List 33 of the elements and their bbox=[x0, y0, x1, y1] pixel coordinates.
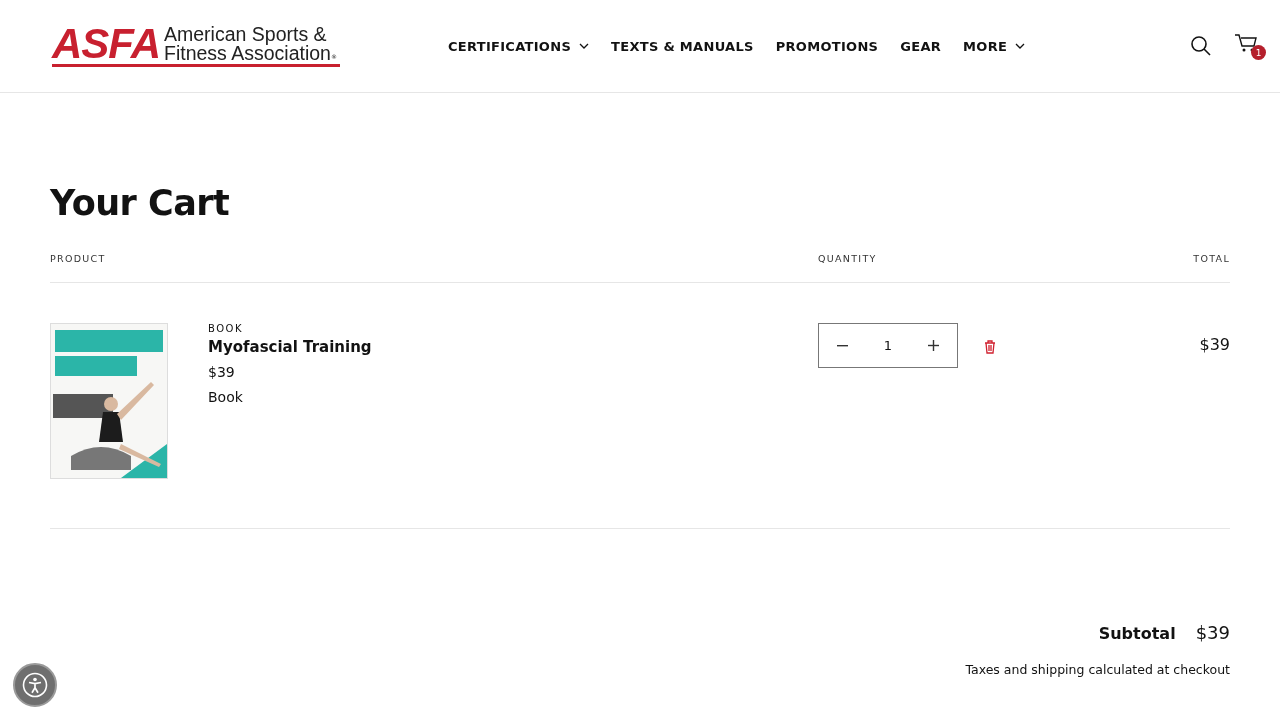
column-heading: QUANTITY bbox=[818, 253, 878, 264]
product-name-link[interactable]: Myofascial Training bbox=[208, 338, 372, 356]
product-category: BOOK bbox=[208, 323, 244, 334]
column-heading: PRODUCT bbox=[50, 253, 107, 264]
cart-icon bbox=[1234, 32, 1258, 54]
quantity-stepper[interactable]: 1 bbox=[818, 323, 958, 368]
quantity-field[interactable]: 1 bbox=[883, 338, 893, 353]
column-heading: TOTAL bbox=[1193, 253, 1230, 264]
minus-icon bbox=[837, 344, 848, 347]
nav-link[interactable]: GEAR bbox=[900, 38, 942, 54]
logo-mark: ASFA bbox=[52, 25, 160, 63]
trash-icon[interactable] bbox=[984, 340, 996, 354]
nav-link[interactable]: PROMOTIONS bbox=[775, 38, 879, 54]
cart-count-badge: 1 bbox=[1251, 45, 1266, 60]
decrease-button[interactable] bbox=[835, 342, 850, 349]
nav-link[interactable]: CERTIFICATIONS bbox=[448, 38, 590, 54]
increase-button[interactable] bbox=[926, 338, 941, 353]
cart-button[interactable]: 1 bbox=[1234, 32, 1266, 60]
accessibility-icon bbox=[22, 672, 48, 698]
checkout-note: Taxes and shipping calculated at checkout bbox=[965, 662, 1230, 677]
chevron-down-icon bbox=[1015, 43, 1026, 49]
subtotal-label: Subtotal bbox=[1098, 624, 1176, 643]
plus-icon bbox=[928, 340, 939, 351]
chevron-down-icon bbox=[579, 43, 590, 49]
nav-link[interactable]: MORE bbox=[963, 38, 1026, 54]
accessibility-button[interactable] bbox=[13, 663, 57, 707]
product-variant: Book bbox=[208, 389, 244, 405]
product-price: $39 bbox=[208, 364, 236, 380]
page-title: Your Cart bbox=[50, 183, 231, 223]
line-total: $39 bbox=[1199, 335, 1230, 356]
search-icon[interactable] bbox=[1190, 35, 1212, 57]
subtotal-value: $39 bbox=[1195, 622, 1230, 643]
nav-link[interactable]: TEXTS & MANUALS bbox=[611, 38, 754, 54]
